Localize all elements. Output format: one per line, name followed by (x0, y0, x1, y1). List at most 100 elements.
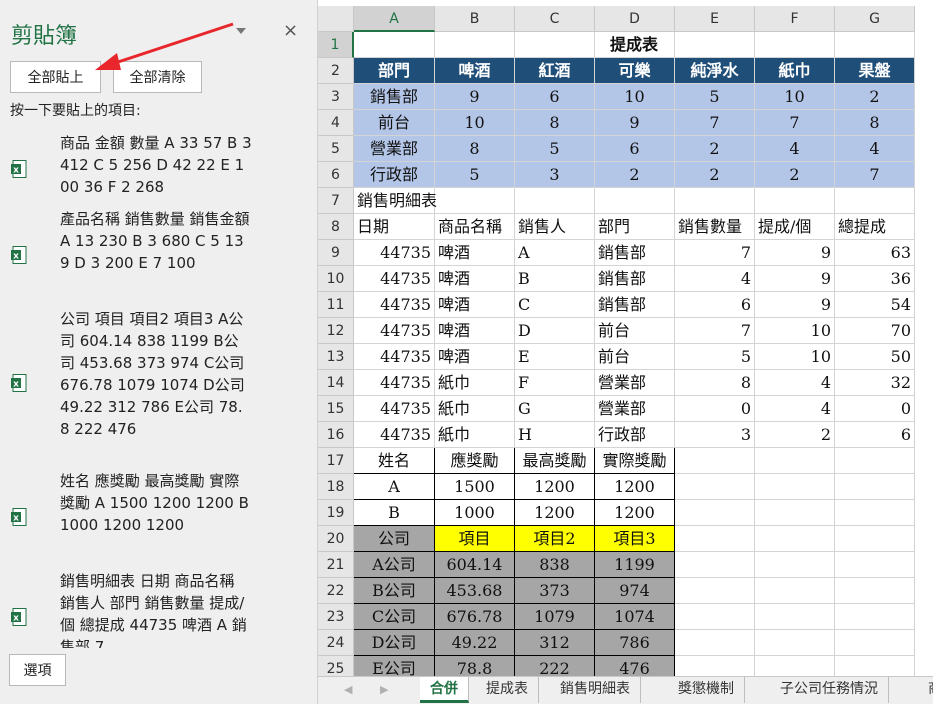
cell-b19[interactable]: 1000 (435, 500, 515, 526)
cell-b11[interactable]: 啤酒 (435, 292, 515, 318)
row-header-22[interactable]: 22 (318, 578, 354, 604)
empty-cell[interactable] (755, 188, 835, 214)
cell-b22[interactable]: 453.68 (435, 578, 515, 604)
empty-cell[interactable] (755, 578, 835, 604)
options-button[interactable]: 選項 (9, 654, 66, 686)
cell-b17[interactable]: 應獎勵 (435, 448, 515, 474)
cell-d23[interactable]: 1074 (595, 604, 675, 630)
cell-e3[interactable]: 5 (675, 84, 755, 110)
cell-c2[interactable]: 紅酒 (515, 58, 595, 84)
cell-c23[interactable]: 1079 (515, 604, 595, 630)
cell-c22[interactable]: 373 (515, 578, 595, 604)
cell-a2[interactable]: 部門 (354, 58, 435, 84)
cell-a20[interactable]: 公司 (354, 526, 435, 552)
column-header-e[interactable]: E (675, 6, 755, 32)
cell-f4[interactable]: 7 (755, 110, 835, 136)
cell-g12[interactable]: 70 (835, 318, 915, 344)
column-header-f[interactable]: F (755, 6, 835, 32)
sheet-tab-3[interactable]: 獎懲機制 (668, 677, 745, 703)
cell-e15[interactable]: 0 (675, 396, 755, 422)
cell-g14[interactable]: 32 (835, 370, 915, 396)
cell-c18[interactable]: 1200 (515, 474, 595, 500)
cell-f6[interactable]: 2 (755, 162, 835, 188)
empty-cell[interactable] (675, 578, 755, 604)
close-icon[interactable]: × (283, 20, 298, 41)
cell-c4[interactable]: 8 (515, 110, 595, 136)
cell-c8[interactable]: 銷售人 (515, 214, 595, 240)
cell-b2[interactable]: 啤酒 (435, 58, 515, 84)
cell-a15[interactable]: 44735 (354, 396, 435, 422)
cell-g9[interactable]: 63 (835, 240, 915, 266)
cell-c24[interactable]: 312 (515, 630, 595, 656)
cell-b21[interactable]: 604.14 (435, 552, 515, 578)
cell-f5[interactable]: 4 (755, 136, 835, 162)
cell-b14[interactable]: 紙巾 (435, 370, 515, 396)
cell-g16[interactable]: 6 (835, 422, 915, 448)
cell-d9[interactable]: 銷售部 (595, 240, 675, 266)
column-header-a[interactable]: A (354, 6, 435, 32)
empty-cell[interactable] (755, 552, 835, 578)
row-header-13[interactable]: 13 (318, 344, 354, 370)
row-header-6[interactable]: 6 (318, 162, 354, 188)
empty-cell[interactable] (835, 578, 915, 604)
cell-f13[interactable]: 10 (755, 344, 835, 370)
cell-g2[interactable]: 果盤 (835, 58, 915, 84)
cell-d10[interactable]: 銷售部 (595, 266, 675, 292)
sheet-tab-4[interactable]: 子公司任務情況 (770, 677, 889, 703)
cell-e13[interactable]: 5 (675, 344, 755, 370)
cell-d12[interactable]: 前台 (595, 318, 675, 344)
cell-d24[interactable]: 786 (595, 630, 675, 656)
cell-c19[interactable]: 1200 (515, 500, 595, 526)
cell-a3[interactable]: 銷售部 (354, 84, 435, 110)
row-header-16[interactable]: 16 (318, 422, 354, 448)
empty-cell[interactable] (675, 188, 755, 214)
cell-a17[interactable]: 姓名 (354, 448, 435, 474)
cell-d19[interactable]: 1200 (595, 500, 675, 526)
row-header-17[interactable]: 17 (318, 448, 354, 474)
cell-e6[interactable]: 2 (675, 162, 755, 188)
cell-c21[interactable]: 838 (515, 552, 595, 578)
select-all-corner[interactable] (318, 6, 354, 32)
pane-options-dropdown-icon[interactable] (236, 28, 246, 34)
cell-e8[interactable]: 銷售數量 (675, 214, 755, 240)
cell-b4[interactable]: 10 (435, 110, 515, 136)
tab-scroll-right-icon[interactable]: ▶ (380, 683, 388, 696)
cell-c10[interactable]: B (515, 266, 595, 292)
empty-cell[interactable] (835, 188, 915, 214)
clear-all-button[interactable]: 全部清除 (113, 61, 202, 93)
row-header-24[interactable]: 24 (318, 630, 354, 656)
cell-g5[interactable]: 4 (835, 136, 915, 162)
cell-d15[interactable]: 營業部 (595, 396, 675, 422)
cell-g3[interactable]: 2 (835, 84, 915, 110)
cell-c15[interactable]: G (515, 396, 595, 422)
cell-a24[interactable]: D公司 (354, 630, 435, 656)
sheet-tab-5[interactable]: 商品 (918, 677, 933, 703)
cell-d18[interactable]: 1200 (595, 474, 675, 500)
row-header-10[interactable]: 10 (318, 266, 354, 292)
cell-c3[interactable]: 6 (515, 84, 595, 110)
cell-d5[interactable]: 6 (595, 136, 675, 162)
tab-scroll-left-icon[interactable]: ◀ (344, 683, 352, 696)
cell-a14[interactable]: 44735 (354, 370, 435, 396)
empty-cell[interactable] (755, 604, 835, 630)
cell-d11[interactable]: 銷售部 (595, 292, 675, 318)
row-header-23[interactable]: 23 (318, 604, 354, 630)
empty-cell[interactable] (675, 630, 755, 656)
cell-a5[interactable]: 營業部 (354, 136, 435, 162)
empty-cell[interactable] (675, 500, 755, 526)
column-header-c[interactable]: C (515, 6, 595, 32)
row-header-4[interactable]: 4 (318, 110, 354, 136)
cell-b8[interactable]: 商品名稱 (435, 214, 515, 240)
cell-e14[interactable]: 8 (675, 370, 755, 396)
cell-a13[interactable]: 44735 (354, 344, 435, 370)
empty-cell[interactable] (675, 448, 755, 474)
cell-b10[interactable]: 啤酒 (435, 266, 515, 292)
cell-b13[interactable]: 啤酒 (435, 344, 515, 370)
cell-d4[interactable]: 9 (595, 110, 675, 136)
cell-a23[interactable]: C公司 (354, 604, 435, 630)
cell-d17[interactable]: 實際獎勵 (595, 448, 675, 474)
cell-e10[interactable]: 4 (675, 266, 755, 292)
cell-b6[interactable]: 5 (435, 162, 515, 188)
empty-cell[interactable] (835, 474, 915, 500)
cell-d14[interactable]: 營業部 (595, 370, 675, 396)
